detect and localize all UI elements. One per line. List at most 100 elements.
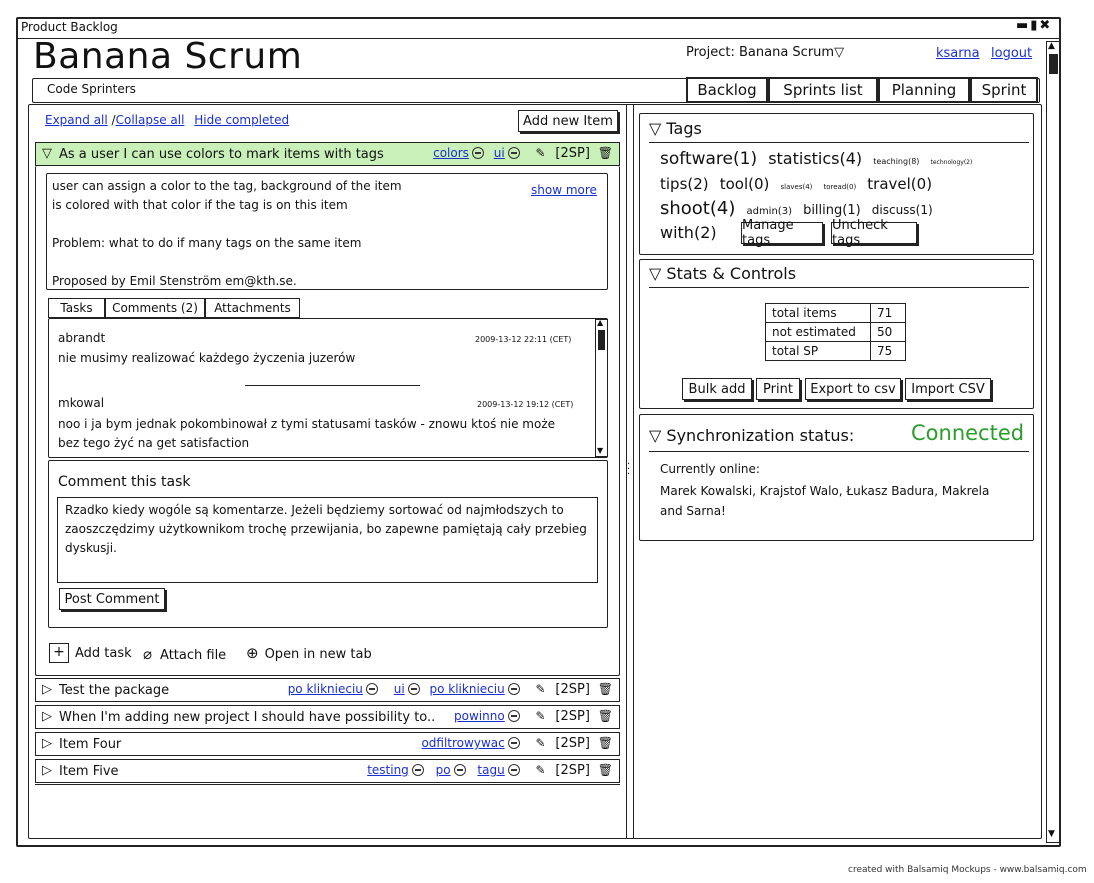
remove-tag-icon[interactable] — [411, 764, 424, 776]
project-selector[interactable]: Project: Banana Scrum▽ — [686, 45, 844, 60]
stats-panel-rule — [649, 287, 1029, 288]
tag-cloud-item[interactable]: billing(1) — [803, 203, 861, 218]
remove-tag-icon[interactable] — [507, 764, 520, 776]
tab-comments[interactable]: Comments (2) — [105, 298, 205, 318]
tag-link[interactable]: tagu — [477, 763, 504, 777]
export-csv-button[interactable]: Export to csv — [805, 378, 901, 400]
add-task-action[interactable]: + Add task — [49, 643, 132, 663]
user-link[interactable]: ksarna — [936, 46, 980, 61]
window-controls[interactable]: ▬▮✖ — [1016, 18, 1052, 33]
tag-link[interactable]: testing — [367, 763, 409, 777]
estimate: [2SP] — [555, 146, 590, 161]
split-handle-icon[interactable]: · · · — [627, 460, 630, 480]
tag-cloud-item[interactable]: statistics(4) — [768, 149, 862, 168]
show-more-link[interactable]: show more — [531, 183, 597, 197]
edit-icon[interactable]: ✎ — [536, 146, 546, 160]
triangle-right-icon[interactable]: ▷ — [42, 682, 52, 697]
uncheck-tags-button[interactable]: Uncheck tags — [831, 218, 917, 248]
tag-link[interactable]: po kliknieciu — [288, 682, 363, 696]
edit-icon[interactable]: ✎ — [536, 763, 546, 777]
tag-cloud-item[interactable]: discuss(1) — [872, 203, 933, 217]
tab-sprint[interactable]: Sprint — [970, 77, 1038, 103]
edit-icon[interactable]: ✎ — [536, 736, 546, 750]
item-title: Item Four — [59, 737, 122, 752]
collapse-all-link[interactable]: Collapse all — [116, 113, 185, 127]
trash-icon[interactable]: 🗑 — [598, 146, 613, 160]
tab-planning[interactable]: Planning — [878, 77, 970, 103]
tab-sprints-list[interactable]: Sprints list — [768, 77, 878, 103]
import-csv-button[interactable]: Import CSV — [905, 378, 991, 400]
print-button[interactable]: Print — [756, 378, 800, 400]
main-scrollbar[interactable] — [1046, 41, 1060, 843]
edit-icon[interactable]: ✎ — [536, 709, 546, 723]
remove-tag-icon[interactable] — [507, 147, 520, 159]
logout-link[interactable]: logout — [991, 46, 1032, 61]
triangle-right-icon[interactable]: ▷ — [42, 736, 52, 751]
triangle-right-icon[interactable]: ▷ — [42, 763, 52, 778]
comments-scroll-thumb[interactable] — [598, 330, 605, 350]
open-new-tab-action[interactable]: ⊕ Open in new tab — [246, 644, 372, 662]
expand-all-link[interactable]: Expand all — [45, 113, 108, 127]
tag-link[interactable]: powinno — [454, 709, 505, 723]
main-scrollbar-down-icon[interactable]: ▼ — [1048, 829, 1055, 839]
main-scrollbar-up-icon[interactable]: ▲ — [1048, 41, 1055, 51]
comment-date: 2009-13-12 19:12 (CET) — [477, 400, 574, 409]
edit-icon[interactable]: ✎ — [536, 682, 546, 696]
estimate: [2SP] — [555, 709, 590, 724]
tag-cloud-item[interactable]: tool(0) — [720, 175, 770, 193]
trash-icon[interactable]: 🗑 — [598, 709, 613, 723]
attach-file-action[interactable]: ⌀ Attach file — [143, 645, 226, 663]
trash-icon[interactable]: 🗑 — [598, 682, 613, 696]
remove-tag-icon[interactable] — [407, 683, 420, 695]
tag-cloud-item[interactable]: travel(0) — [867, 175, 932, 193]
tab-backlog[interactable]: Backlog — [686, 77, 768, 103]
tag-cloud-item[interactable]: toread(0) — [823, 183, 856, 191]
trash-icon[interactable]: 🗑 — [598, 763, 613, 777]
backlog-item[interactable]: ▷ When I'm adding new project I should h… — [35, 705, 620, 729]
comments-scroll-up-icon[interactable]: ▲ — [597, 318, 603, 327]
tag-cloud-item[interactable]: admin(3) — [746, 206, 792, 217]
sync-panel-header[interactable]: ▽ Synchronization status: — [649, 426, 854, 445]
tag-cloud-item[interactable]: teaching(8) — [873, 157, 919, 166]
tag-cloud-item[interactable]: technology(2) — [931, 159, 973, 166]
comments-scroll-down-icon[interactable]: ▼ — [597, 446, 603, 455]
remove-tag-icon[interactable] — [471, 147, 484, 159]
triangle-down-icon[interactable]: ▽ — [42, 146, 52, 161]
remove-tag-icon[interactable] — [507, 710, 520, 722]
tags-panel-header[interactable]: ▽ Tags — [649, 119, 702, 138]
add-new-item-button[interactable]: Add new Item — [518, 110, 618, 132]
tag-cloud-item[interactable]: tips(2) — [660, 175, 709, 193]
tab-tasks[interactable]: Tasks — [48, 298, 105, 318]
main-scrollbar-thumb[interactable] — [1049, 54, 1058, 74]
tag-cloud-item[interactable]: with(2) — [660, 223, 717, 242]
tag-link[interactable]: ui — [394, 682, 405, 696]
bulk-add-button[interactable]: Bulk add — [682, 378, 752, 400]
tag-link[interactable]: odfiltrowywac — [421, 736, 504, 750]
tag-link[interactable]: po — [436, 763, 451, 777]
estimate: [2SP] — [555, 763, 590, 778]
trash-icon[interactable]: 🗑 — [598, 736, 613, 750]
tags-panel-title: Tags — [666, 119, 702, 138]
comment-author: mkowal — [58, 396, 105, 410]
expanded-item-header[interactable]: ▽ As a user I can use colors to mark ite… — [35, 142, 620, 166]
tag-cloud-item[interactable]: software(1) — [660, 149, 757, 169]
tag-cloud-item[interactable]: shoot(4) — [660, 198, 735, 219]
remove-tag-icon[interactable] — [507, 683, 520, 695]
remove-tag-icon[interactable] — [453, 764, 466, 776]
remove-tag-icon[interactable] — [507, 737, 520, 749]
hide-completed-link[interactable]: Hide completed — [194, 113, 289, 127]
comment-input[interactable]: Rzadko kiedy wogóle są komentarze. Jeżel… — [57, 497, 598, 583]
backlog-item[interactable]: ▷ Item Five testing po tagu ✎ [2SP] 🗑 — [35, 759, 620, 783]
triangle-right-icon[interactable]: ▷ — [42, 709, 52, 724]
tag-link[interactable]: ui — [494, 146, 505, 160]
remove-tag-icon[interactable] — [365, 683, 378, 695]
tag-cloud-item[interactable]: slaves(4) — [780, 183, 812, 191]
post-comment-button[interactable]: Post Comment — [59, 588, 165, 610]
backlog-item[interactable]: ▷ Test the package po kliknieciu ui po k… — [35, 678, 620, 702]
tab-attachments[interactable]: Attachments — [205, 298, 300, 318]
backlog-item[interactable]: ▷ Item Four odfiltrowywac ✎ [2SP] 🗑 — [35, 732, 620, 756]
manage-tags-button[interactable]: Manage tags — [741, 218, 823, 248]
stats-panel-header[interactable]: ▽ Stats & Controls — [649, 264, 796, 283]
tag-link[interactable]: colors — [433, 146, 469, 160]
tag-link[interactable]: po kliknieciu — [430, 682, 505, 696]
